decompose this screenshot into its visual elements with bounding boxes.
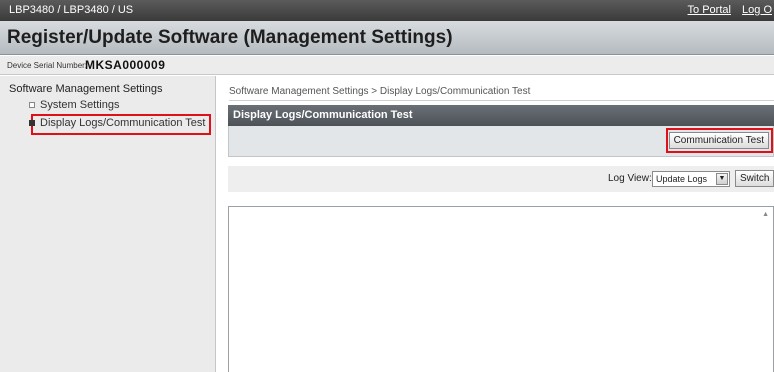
panel-title: Display Logs/Communication Test xyxy=(233,109,413,121)
chevron-down-icon[interactable]: ▼ xyxy=(716,173,728,185)
sidebar-item-display-logs[interactable]: Display Logs/Communication Test xyxy=(29,117,206,129)
serial-bar: Device Serial Number: MKSA000009 xyxy=(0,56,774,75)
sidebar-item-system-settings[interactable]: System Settings xyxy=(29,99,120,111)
serial-value: MKSA000009 xyxy=(85,58,166,72)
panel-header: Display Logs/Communication Test xyxy=(228,105,774,126)
page-title: Register/Update Software (Management Set… xyxy=(7,27,453,48)
main-content: Software Management Settings > Display L… xyxy=(217,76,774,372)
switch-button[interactable]: Switch xyxy=(735,170,774,187)
divider xyxy=(229,100,774,101)
sidebar: Software Management Settings System Sett… xyxy=(0,76,216,372)
communication-test-button[interactable]: Communication Test xyxy=(668,132,769,149)
log-view-select[interactable]: Update Logs ▼ xyxy=(652,171,730,187)
top-bar: LBP3480 / LBP3480 / US To Portal Log O xyxy=(0,0,774,21)
log-text-area[interactable]: ▲ xyxy=(228,206,774,372)
to-portal-link[interactable]: To Portal xyxy=(688,4,731,16)
log-view-label: Log View: xyxy=(608,173,652,184)
device-model: LBP3480 / LBP3480 / US xyxy=(9,4,134,16)
top-links: To Portal Log O xyxy=(680,4,772,16)
log-out-link[interactable]: Log O xyxy=(742,4,772,16)
sidebar-item-label: Display Logs/Communication Test xyxy=(40,117,206,129)
sidebar-item-label: System Settings xyxy=(40,99,120,111)
sidebar-heading: Software Management Settings xyxy=(9,83,163,95)
square-bullet-icon xyxy=(29,120,35,126)
panel-body: Communication Test xyxy=(228,126,774,157)
log-view-bar: Log View: Update Logs ▼ Switch xyxy=(228,166,774,192)
log-view-selected: Update Logs xyxy=(656,174,708,184)
square-bullet-icon xyxy=(29,102,35,108)
breadcrumb: Software Management Settings > Display L… xyxy=(229,86,531,97)
scroll-up-icon[interactable]: ▲ xyxy=(762,211,769,218)
title-bar: Register/Update Software (Management Set… xyxy=(0,21,774,55)
serial-label: Device Serial Number: xyxy=(7,61,88,70)
